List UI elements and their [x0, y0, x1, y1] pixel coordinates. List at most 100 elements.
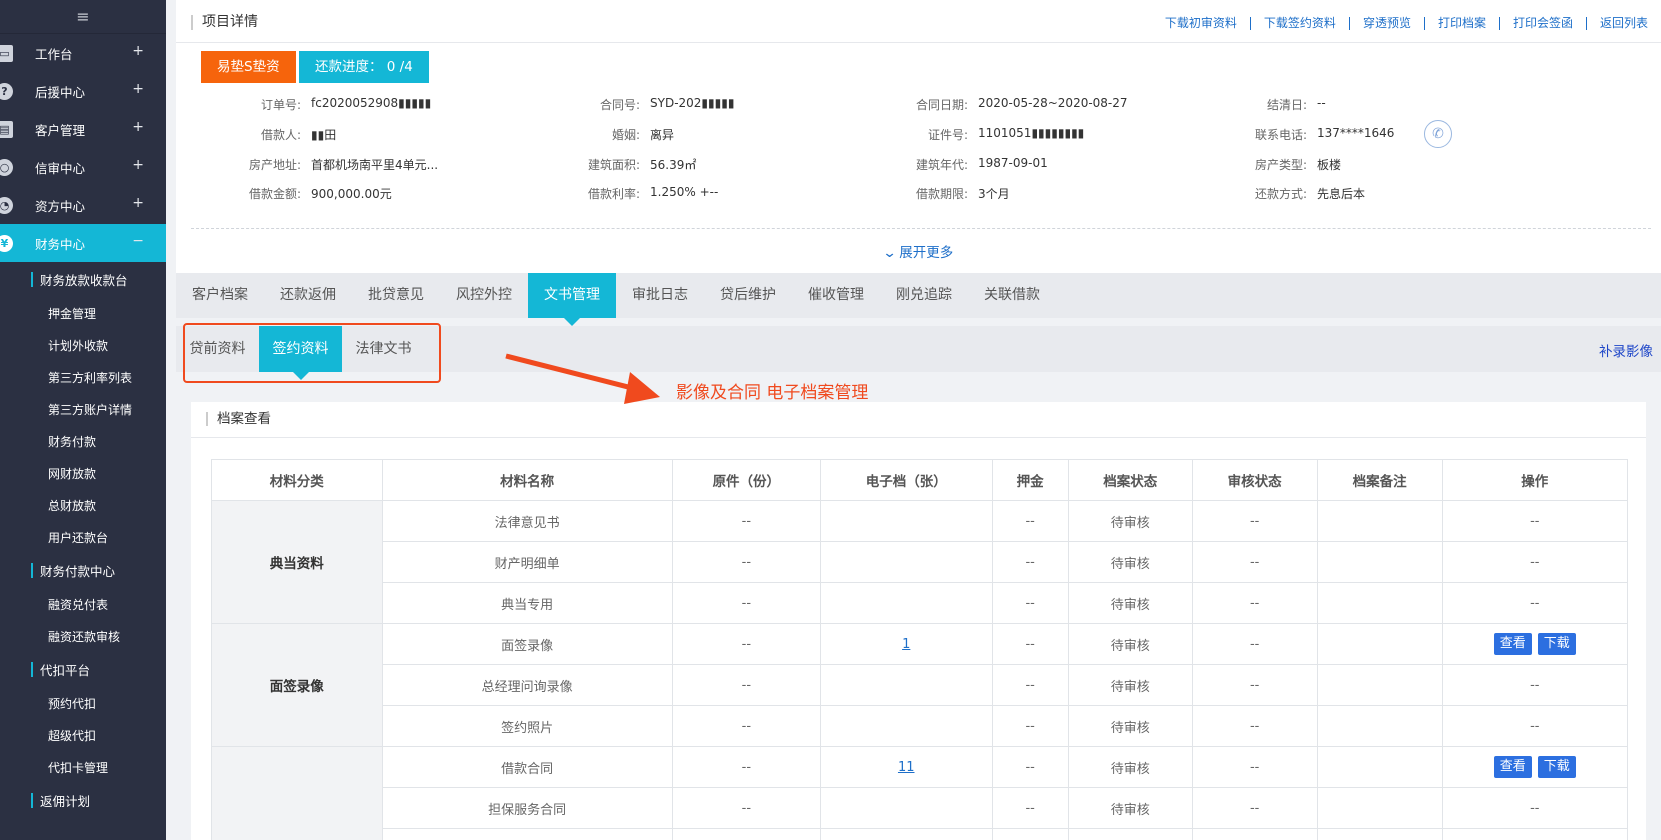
annotation-arrow [505, 353, 660, 404]
sidebar-subitem[interactable]: 押金管理 [0, 297, 166, 329]
tab-item[interactable]: 刚兑追踪 [880, 273, 968, 318]
info-field: 房产类型: 板楼 [1207, 156, 1341, 173]
cell-status: 待审核 [1067, 664, 1193, 706]
tab-item[interactable]: 客户档案 [176, 273, 264, 318]
info-field-label: 借款利率: [587, 187, 640, 201]
sidebar-subitem[interactable]: 网财放款 [0, 457, 166, 489]
repayment-progress-tag: 还款进度： 0 /4 [299, 51, 429, 83]
sidebar-item[interactable]: ◔ 资方中心 + [0, 186, 166, 224]
header-link[interactable]: 下载初审资料 [1152, 17, 1250, 30]
info-field-label: 婚姻: [611, 128, 640, 142]
cell-deposit: -- [991, 500, 1069, 542]
info-field-value: -- [1317, 96, 1326, 110]
cell-electronic [819, 828, 993, 840]
sidebar-subgroup[interactable]: 返佣计划 [0, 783, 166, 818]
hamburger-icon[interactable]: ≡ [0, 0, 166, 34]
archive-title: 档案查看 [206, 412, 271, 426]
expand-more-label: 展开更多 [899, 245, 954, 261]
table-row: 财产明细单 -- -- 待审核 -- -- [212, 541, 1629, 583]
supplement-image-link[interactable]: 补录影像 [1599, 340, 1653, 360]
main-tabs: 客户档案 还款返佣 批贷意见 风控外控 文书管理 审批日志 贷后维护 催收管理 刚兑追踪 关联借款 [176, 273, 1661, 326]
cell-original: -- [671, 664, 821, 706]
sidebar-subitem[interactable]: 预约代扣 [0, 687, 166, 719]
info-field: 还款方式: 先息后本 [1207, 185, 1365, 202]
info-field-label: 借款人: [260, 128, 301, 142]
header-link[interactable]: 下载签约资料 [1249, 17, 1349, 30]
cell-note [1316, 787, 1443, 829]
sidebar-subitem[interactable]: 用户还款台 [0, 521, 166, 553]
tab-item[interactable]: 风控外控 [440, 273, 528, 318]
sidebar-subitem[interactable]: 计划外收款 [0, 329, 166, 361]
info-field: 合同号: SYD-202▮▮▮▮▮ [540, 96, 735, 113]
sidebar-item[interactable]: ▤ 客户管理 + [0, 110, 166, 148]
cell-deposit: -- [991, 664, 1069, 706]
info-field: 建筑年代: 1987-09-01 [868, 156, 1048, 173]
header-link[interactable]: 返回列表 [1585, 17, 1661, 30]
tab-item[interactable]: 催收管理 [792, 273, 880, 318]
header-link[interactable]: 打印会签函 [1498, 17, 1586, 30]
subtabs-highlight-box [183, 323, 441, 383]
tab-item[interactable]: 文书管理 [528, 273, 616, 326]
cell-note [1316, 705, 1443, 747]
tab-item[interactable]: 贷后维护 [704, 273, 792, 318]
sidebar-subgroup[interactable]: 财务付款中心 [0, 553, 166, 588]
cell-original: -- [671, 623, 821, 665]
expand-more-link[interactable]: ⌄ 展开更多 [176, 241, 1661, 261]
action-cell: 查看 下载 [1441, 746, 1629, 788]
header-link[interactable]: 打印档案 [1423, 17, 1499, 30]
info-field-value: 离异 [650, 128, 675, 142]
download-button[interactable]: 下载 [1537, 756, 1576, 778]
column-header: 押金 [991, 459, 1069, 501]
sidebar-item[interactable]: ▭ 工作台 + [0, 34, 166, 72]
sidebar-subitem[interactable]: 财务付款 [0, 425, 166, 457]
cell-review [1191, 828, 1318, 840]
sidebar-subitem[interactable]: 第三方账户详情 [0, 393, 166, 425]
cell-original: -- [671, 746, 821, 788]
view-button[interactable]: 查看 [1493, 756, 1532, 778]
header-link[interactable]: 穿透预览 [1348, 17, 1424, 30]
view-button[interactable]: 查看 [1493, 633, 1532, 655]
info-field-label: 还款方式: [1254, 187, 1307, 201]
cell-name: 总经理问询录像 [381, 664, 673, 706]
tab-item[interactable]: 审批日志 [616, 273, 704, 318]
cell-review: -- [1191, 705, 1318, 747]
info-field: 婚姻: 离异 [540, 126, 674, 143]
phone-icon[interactable]: ✆ [1424, 120, 1452, 148]
sidebar-item[interactable]: ¥ 财务中心 − [0, 224, 166, 262]
monitor-icon: ▭ [0, 45, 13, 62]
info-field-label: 证件号: [927, 128, 968, 142]
cell-original: -- [671, 787, 821, 829]
cell-electronic [819, 582, 993, 624]
archive-header: 档案查看 [191, 402, 1646, 438]
table-row: 借款合同 -- 11 -- 待审核 -- 查看 下载 [211, 746, 1629, 840]
electronic-count-link[interactable]: 11 [819, 746, 993, 788]
sidebar-subitem[interactable]: 第三方利率列表 [0, 361, 166, 393]
sidebar-subitem[interactable]: 超级代扣 [0, 719, 166, 751]
sidebar-subitem[interactable]: 总财放款 [0, 489, 166, 521]
info-field-value: 1101051▮▮▮▮▮▮▮▮ [978, 126, 1085, 140]
cell-deposit: -- [991, 582, 1069, 624]
electronic-count-link[interactable]: 1 [819, 623, 993, 665]
sidebar-subgroup[interactable]: 财务放款收款台 [0, 262, 166, 297]
sidebar-subgroup[interactable]: 代扣平台 [0, 652, 166, 687]
cell-electronic [819, 705, 993, 747]
tab-item[interactable]: 关联借款 [968, 273, 1056, 318]
sidebar-item-label: 后援中心 [35, 84, 86, 100]
sidebar-item[interactable]: ? 后援中心 + [0, 72, 166, 110]
arrow-head [624, 372, 660, 404]
sidebar-subitem[interactable]: 代扣卡管理 [0, 751, 166, 783]
cell-status [1067, 828, 1193, 840]
tab-item[interactable]: 还款返佣 [264, 273, 352, 318]
tab-item[interactable]: 批贷意见 [352, 273, 440, 318]
cell-status: 待审核 [1067, 623, 1193, 665]
download-button[interactable]: 下载 [1537, 633, 1576, 655]
sidebar-item[interactable]: ○ 信审中心 + [0, 148, 166, 186]
info-field-value: 1987-09-01 [978, 156, 1048, 170]
cell-electronic [819, 664, 993, 706]
expand-toggle-icon: + [132, 157, 144, 173]
search-icon: ○ [0, 159, 13, 176]
info-field-value: 2020-05-28~2020-08-27 [978, 96, 1128, 110]
sidebar-subitem[interactable]: 融资兑付表 [0, 588, 166, 620]
column-header: 档案状态 [1067, 459, 1193, 501]
sidebar-subitem[interactable]: 融资还款审核 [0, 620, 166, 652]
